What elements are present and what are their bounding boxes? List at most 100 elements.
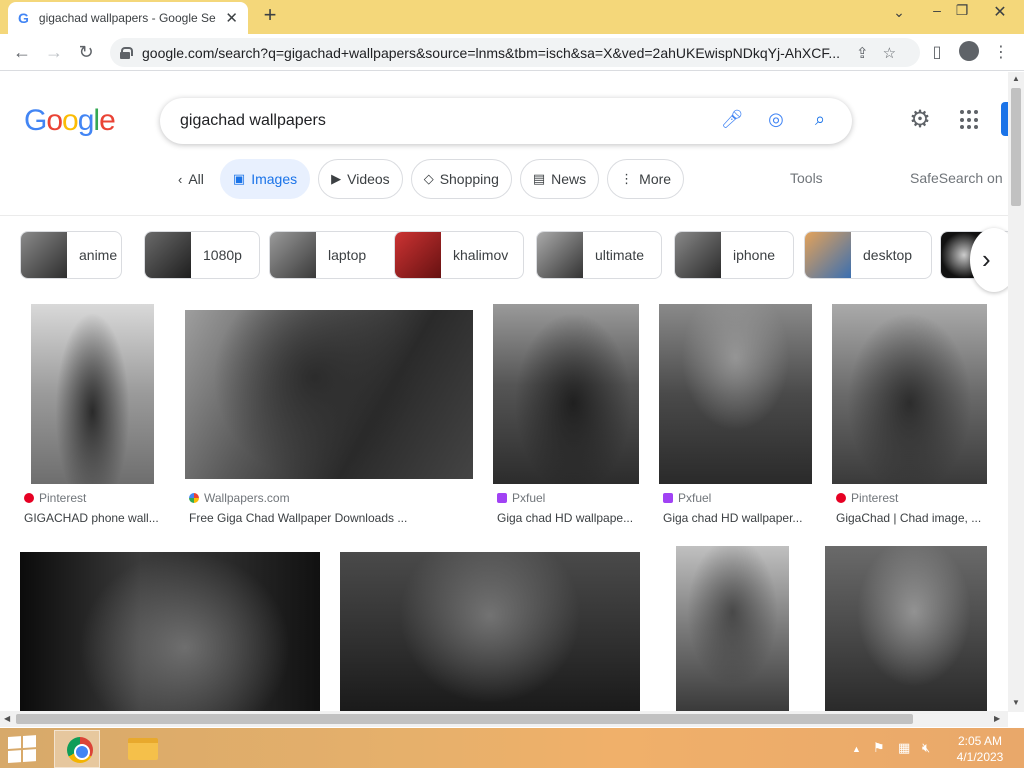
- related-chip-laptop[interactable]: laptop: [269, 231, 405, 279]
- side-panel-icon[interactable]: ▯: [926, 42, 948, 64]
- search-box[interactable]: gigachad wallpapers 🎤︎ ◎ ⌕: [160, 98, 852, 144]
- image-icon: ▣: [232, 171, 246, 186]
- speaker-muted-icon[interactable]: 🔇︎: [922, 740, 930, 756]
- browser-toolbar: ← → ↻ google.com/search?q=gigachad+wallp…: [0, 34, 1024, 71]
- result-source[interactable]: Pxfuel: [663, 491, 711, 505]
- google-apps-icon[interactable]: [960, 110, 980, 130]
- forward-button[interactable]: →: [42, 41, 66, 65]
- settings-gear-icon[interactable]: ⚙: [907, 107, 933, 133]
- taskbar-clock[interactable]: 2:05 AM 4/1/2023: [950, 733, 1010, 765]
- related-chip-khalimov[interactable]: khalimov: [394, 231, 524, 279]
- tab-videos[interactable]: ▶ Videos: [318, 159, 403, 199]
- scroll-down-arrow-icon[interactable]: ▼: [1012, 698, 1020, 707]
- result-caption[interactable]: Giga chad HD wallpaper...: [663, 511, 808, 525]
- horizontal-scroll-thumb[interactable]: [16, 714, 913, 724]
- source-label: Wallpapers.com: [204, 491, 290, 505]
- source-label: Pxfuel: [678, 491, 712, 505]
- result-image[interactable]: [20, 552, 320, 711]
- address-bar[interactable]: google.com/search?q=gigachad+wallpapers&…: [110, 38, 920, 67]
- tray-chevron-up-icon[interactable]: ▲: [852, 744, 861, 754]
- result-image[interactable]: [659, 304, 812, 484]
- camera-lens-icon[interactable]: ◎: [764, 109, 788, 133]
- related-chip-anime[interactable]: anime: [20, 231, 122, 279]
- tab-close-icon[interactable]: ✕: [225, 9, 238, 27]
- result-image[interactable]: [31, 304, 154, 484]
- result-caption[interactable]: GigaChad | Chad image, ...: [836, 511, 986, 525]
- profile-avatar[interactable]: [959, 41, 979, 61]
- search-icon[interactable]: ⌕: [808, 109, 832, 133]
- result-source[interactable]: Pxfuel: [497, 491, 545, 505]
- tab-label: Shopping: [439, 171, 499, 187]
- url-text: google.com/search?q=gigachad+wallpapers&…: [142, 44, 841, 61]
- tab-more[interactable]: ⋮ More: [607, 159, 685, 199]
- tab-news[interactable]: ▤ News: [519, 159, 600, 199]
- chip-label: ultimate: [595, 247, 645, 263]
- result-source[interactable]: Pinterest: [836, 491, 898, 505]
- chip-thumbnail: [805, 232, 851, 278]
- chip-thumbnail: [21, 232, 67, 278]
- reload-button[interactable]: ↻: [74, 41, 98, 65]
- scroll-left-arrow-icon[interactable]: ◀: [4, 714, 10, 723]
- safesearch-button[interactable]: SafeSearch on: [910, 170, 1003, 186]
- restore-button[interactable]: ❐: [947, 2, 977, 24]
- result-source[interactable]: Pinterest: [24, 491, 86, 505]
- tab-title: gigachad wallpapers - Google Se: [38, 11, 216, 25]
- chip-thumbnail: [395, 232, 441, 278]
- tab-all[interactable]: ‹ All: [170, 159, 212, 199]
- related-chip-desktop[interactable]: desktop: [804, 231, 932, 279]
- result-image[interactable]: [340, 552, 640, 711]
- back-button[interactable]: ←: [10, 41, 34, 65]
- related-chip-1080p[interactable]: 1080p: [144, 231, 260, 279]
- mouse-cursor-icon: [0, 415, 9, 424]
- logo-letter: G: [24, 104, 47, 137]
- tools-button[interactable]: Tools: [790, 170, 823, 186]
- related-chip-ultimate[interactable]: ultimate: [536, 231, 662, 279]
- tab-label: All: [188, 171, 204, 187]
- chip-label: desktop: [863, 247, 913, 263]
- search-input[interactable]: gigachad wallpapers: [180, 112, 720, 130]
- lock-icon: [120, 46, 133, 59]
- result-image[interactable]: [676, 546, 789, 711]
- related-chip-iphone[interactable]: iphone: [674, 231, 794, 279]
- tab-images[interactable]: ▣ Images: [219, 159, 311, 199]
- result-caption[interactable]: GIGACHAD phone wall...: [24, 511, 164, 525]
- taskbar-chrome-button[interactable]: [54, 730, 100, 768]
- chrome-icon: [67, 737, 93, 763]
- tag-icon: ◇: [423, 171, 434, 186]
- tab-shopping[interactable]: ◇ Shopping: [410, 159, 512, 199]
- chip-label: khalimov: [453, 247, 509, 263]
- share-icon[interactable]: ⇪: [856, 44, 869, 62]
- windows-start-icon[interactable]: [8, 735, 38, 764]
- pxfuel-icon: [663, 493, 673, 503]
- browser-tab[interactable]: G gigachad wallpapers - Google Se ✕: [8, 2, 248, 34]
- flag-icon[interactable]: ⚑: [873, 740, 885, 756]
- result-image[interactable]: [825, 546, 987, 711]
- tab-label: Images: [251, 171, 298, 187]
- tab-search-button[interactable]: ⌄: [884, 4, 914, 26]
- close-window-button[interactable]: ✕: [985, 2, 1015, 24]
- logo-letter: o: [46, 104, 63, 137]
- scroll-up-arrow-icon[interactable]: ▲: [1012, 74, 1020, 83]
- pinterest-icon: [24, 493, 34, 503]
- result-caption[interactable]: Free Giga Chad Wallpaper Downloads ...: [189, 511, 474, 525]
- bookmark-star-icon[interactable]: ☆: [883, 44, 896, 62]
- microphone-icon[interactable]: 🎤︎: [720, 109, 744, 133]
- browser-menu-icon[interactable]: ⋮: [990, 42, 1012, 64]
- vertical-scroll-thumb[interactable]: [1011, 88, 1021, 206]
- scroll-right-arrow-icon[interactable]: ▶: [994, 714, 1000, 723]
- result-image[interactable]: [493, 304, 639, 484]
- result-image[interactable]: [185, 310, 473, 479]
- taskbar-file-explorer-button[interactable]: [118, 730, 164, 768]
- chip-label: laptop: [328, 247, 367, 263]
- google-logo[interactable]: Google: [24, 104, 116, 138]
- source-label: Pxfuel: [512, 491, 546, 505]
- video-icon: ▶: [331, 171, 342, 186]
- network-icon[interactable]: ▦: [898, 740, 910, 756]
- result-caption[interactable]: Giga chad HD wallpape...: [497, 511, 639, 525]
- more-vert-icon: ⋮: [620, 171, 634, 186]
- pinterest-icon: [836, 493, 846, 503]
- result-source[interactable]: Wallpapers.com: [189, 491, 290, 505]
- chevron-left-icon: ‹: [178, 171, 183, 187]
- new-tab-button[interactable]: +: [258, 4, 282, 28]
- result-image[interactable]: [832, 304, 987, 484]
